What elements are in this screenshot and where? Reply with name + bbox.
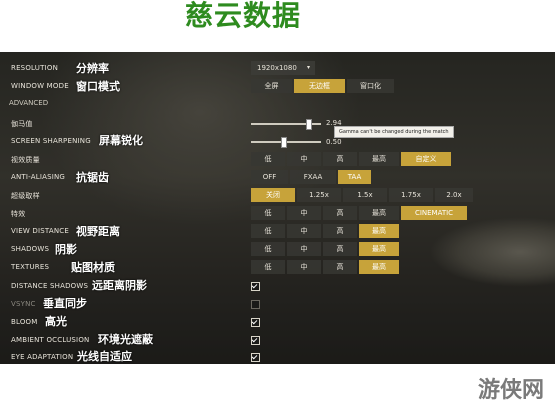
gamma-label: 伽马值 [11, 120, 33, 128]
site-logo: 游侠网 [478, 378, 545, 403]
gamma-row: 伽马值 [0, 116, 555, 134]
visual-quality-label: 视效质量 [11, 156, 40, 164]
shadows-option-0[interactable]: 低 [251, 242, 285, 256]
eye-adaptation-row: EYE ADAPTATION 光线自适应 [0, 350, 555, 368]
shadows-option-2[interactable]: 高 [323, 242, 357, 256]
watermark-text: 慈云数据 [185, 0, 302, 32]
view-distance-option-3[interactable]: 最高 [359, 224, 399, 238]
bloom-label: BLOOM [11, 318, 38, 326]
ambient-occlusion-label: AMBIENT OCCLUSION [11, 336, 90, 344]
resolution-label: RESOLUTION [11, 64, 59, 72]
shadows-option-1[interactable]: 中 [287, 242, 321, 256]
supersampling-option-4[interactable]: 2.0x [435, 188, 473, 202]
effects-option-1[interactable]: 中 [287, 206, 321, 220]
window-mode-label: WINDOW MODE [11, 82, 69, 90]
resolution-cn-label: 分辨率 [76, 62, 109, 75]
anti-aliasing-option-2[interactable]: TAA [338, 170, 371, 184]
textures-option-1[interactable]: 中 [287, 260, 321, 274]
sharpening-value: 0.50 [326, 138, 342, 146]
vsync-label: VSYNC [11, 300, 36, 308]
distance-shadows-cn-label: 远距离阴影 [92, 279, 147, 292]
vsync-row: VSYNC 垂直同步 [0, 297, 555, 315]
anti-aliasing-label: ANTI-ALIASING [11, 173, 66, 181]
effects-option-2[interactable]: 高 [323, 206, 357, 220]
distance-shadows-label: DISTANCE SHADOWS [11, 282, 89, 290]
sharpening-label: SCREEN SHARPENING [11, 137, 91, 145]
textures-option-2[interactable]: 高 [323, 260, 357, 274]
resolution-value: 1920x1080 [257, 64, 297, 72]
ambient-occlusion-checkbox[interactable] [251, 336, 260, 345]
supersampling-option-1[interactable]: 1.25x [297, 188, 341, 202]
visual-quality-option-3[interactable]: 最高 [359, 152, 399, 166]
vsync-cn-label: 垂直同步 [43, 297, 87, 310]
view-distance-option-0[interactable]: 低 [251, 224, 285, 238]
effects-option-3[interactable]: 最高 [359, 206, 399, 220]
textures-cn-label: 贴图材质 [71, 261, 115, 274]
eye-adaptation-cn-label: 光线自适应 [77, 350, 132, 363]
anti-aliasing-option-0[interactable]: OFF [251, 170, 288, 184]
view-distance-label: VIEW DISTANCE [11, 227, 69, 235]
bottom-white-band [0, 364, 555, 416]
visual-quality-option-2[interactable]: 高 [323, 152, 357, 166]
chevron-down-icon: ▾ [306, 64, 310, 71]
screenshot-root: 慈云数据 游侠网 RESOLUTION 分辨率 1920x1080 ▾ WIND… [0, 0, 555, 416]
supersampling-option-0[interactable]: 关闭 [251, 188, 295, 202]
window-mode-option-2[interactable]: 窗口化 [347, 79, 394, 93]
eye-adaptation-label: EYE ADAPTATION [11, 353, 74, 361]
window-mode-option-0[interactable]: 全屏 [251, 79, 292, 93]
eye-adaptation-checkbox[interactable] [251, 353, 260, 362]
effects-option-4[interactable]: CINEMATIC [401, 206, 467, 220]
ambient-occlusion-cn-label: 环境光遮蔽 [98, 333, 153, 346]
shadows-label: SHADOWS [11, 245, 50, 253]
anti-aliasing-cn-label: 抗锯齿 [76, 171, 109, 184]
visual-quality-option-1[interactable]: 中 [287, 152, 321, 166]
sharpening-cn-label: 屏幕锐化 [99, 134, 143, 147]
visual-quality-option-4[interactable]: 自定义 [401, 152, 451, 166]
textures-option-0[interactable]: 低 [251, 260, 285, 274]
textures-option-3[interactable]: 最高 [359, 260, 399, 274]
window-mode-option-1[interactable]: 无边框 [294, 79, 345, 93]
supersampling-label: 超级取样 [11, 192, 40, 200]
view-distance-option-2[interactable]: 高 [323, 224, 357, 238]
effects-label: 特效 [11, 210, 26, 218]
advanced-section-heading: ADVANCED [9, 99, 49, 107]
supersampling-option-3[interactable]: 1.75x [389, 188, 433, 202]
visual-quality-option-0[interactable]: 低 [251, 152, 285, 166]
sharpening-row: SCREEN SHARPENING 屏幕锐化 [0, 134, 555, 152]
view-distance-cn-label: 视野距离 [76, 225, 120, 238]
sharpening-slider-thumb[interactable] [280, 137, 287, 148]
view-distance-option-1[interactable]: 中 [287, 224, 321, 238]
shadows-cn-label: 阴影 [55, 243, 77, 256]
gamma-slider-thumb[interactable] [306, 119, 313, 130]
window-mode-cn-label: 窗口模式 [76, 80, 120, 93]
anti-aliasing-option-1[interactable]: FXAA [290, 170, 336, 184]
distance-shadows-checkbox[interactable] [251, 282, 260, 291]
supersampling-option-2[interactable]: 1.5x [343, 188, 387, 202]
textures-label: TEXTURES [11, 263, 50, 271]
bloom-checkbox[interactable] [251, 318, 260, 327]
bloom-cn-label: 高光 [45, 315, 67, 328]
shadows-option-3[interactable]: 最高 [359, 242, 399, 256]
vsync-checkbox[interactable] [251, 300, 260, 309]
bloom-row: BLOOM 高光 [0, 315, 555, 333]
resolution-dropdown[interactable]: 1920x1080 ▾ [251, 61, 315, 75]
effects-option-0[interactable]: 低 [251, 206, 285, 220]
